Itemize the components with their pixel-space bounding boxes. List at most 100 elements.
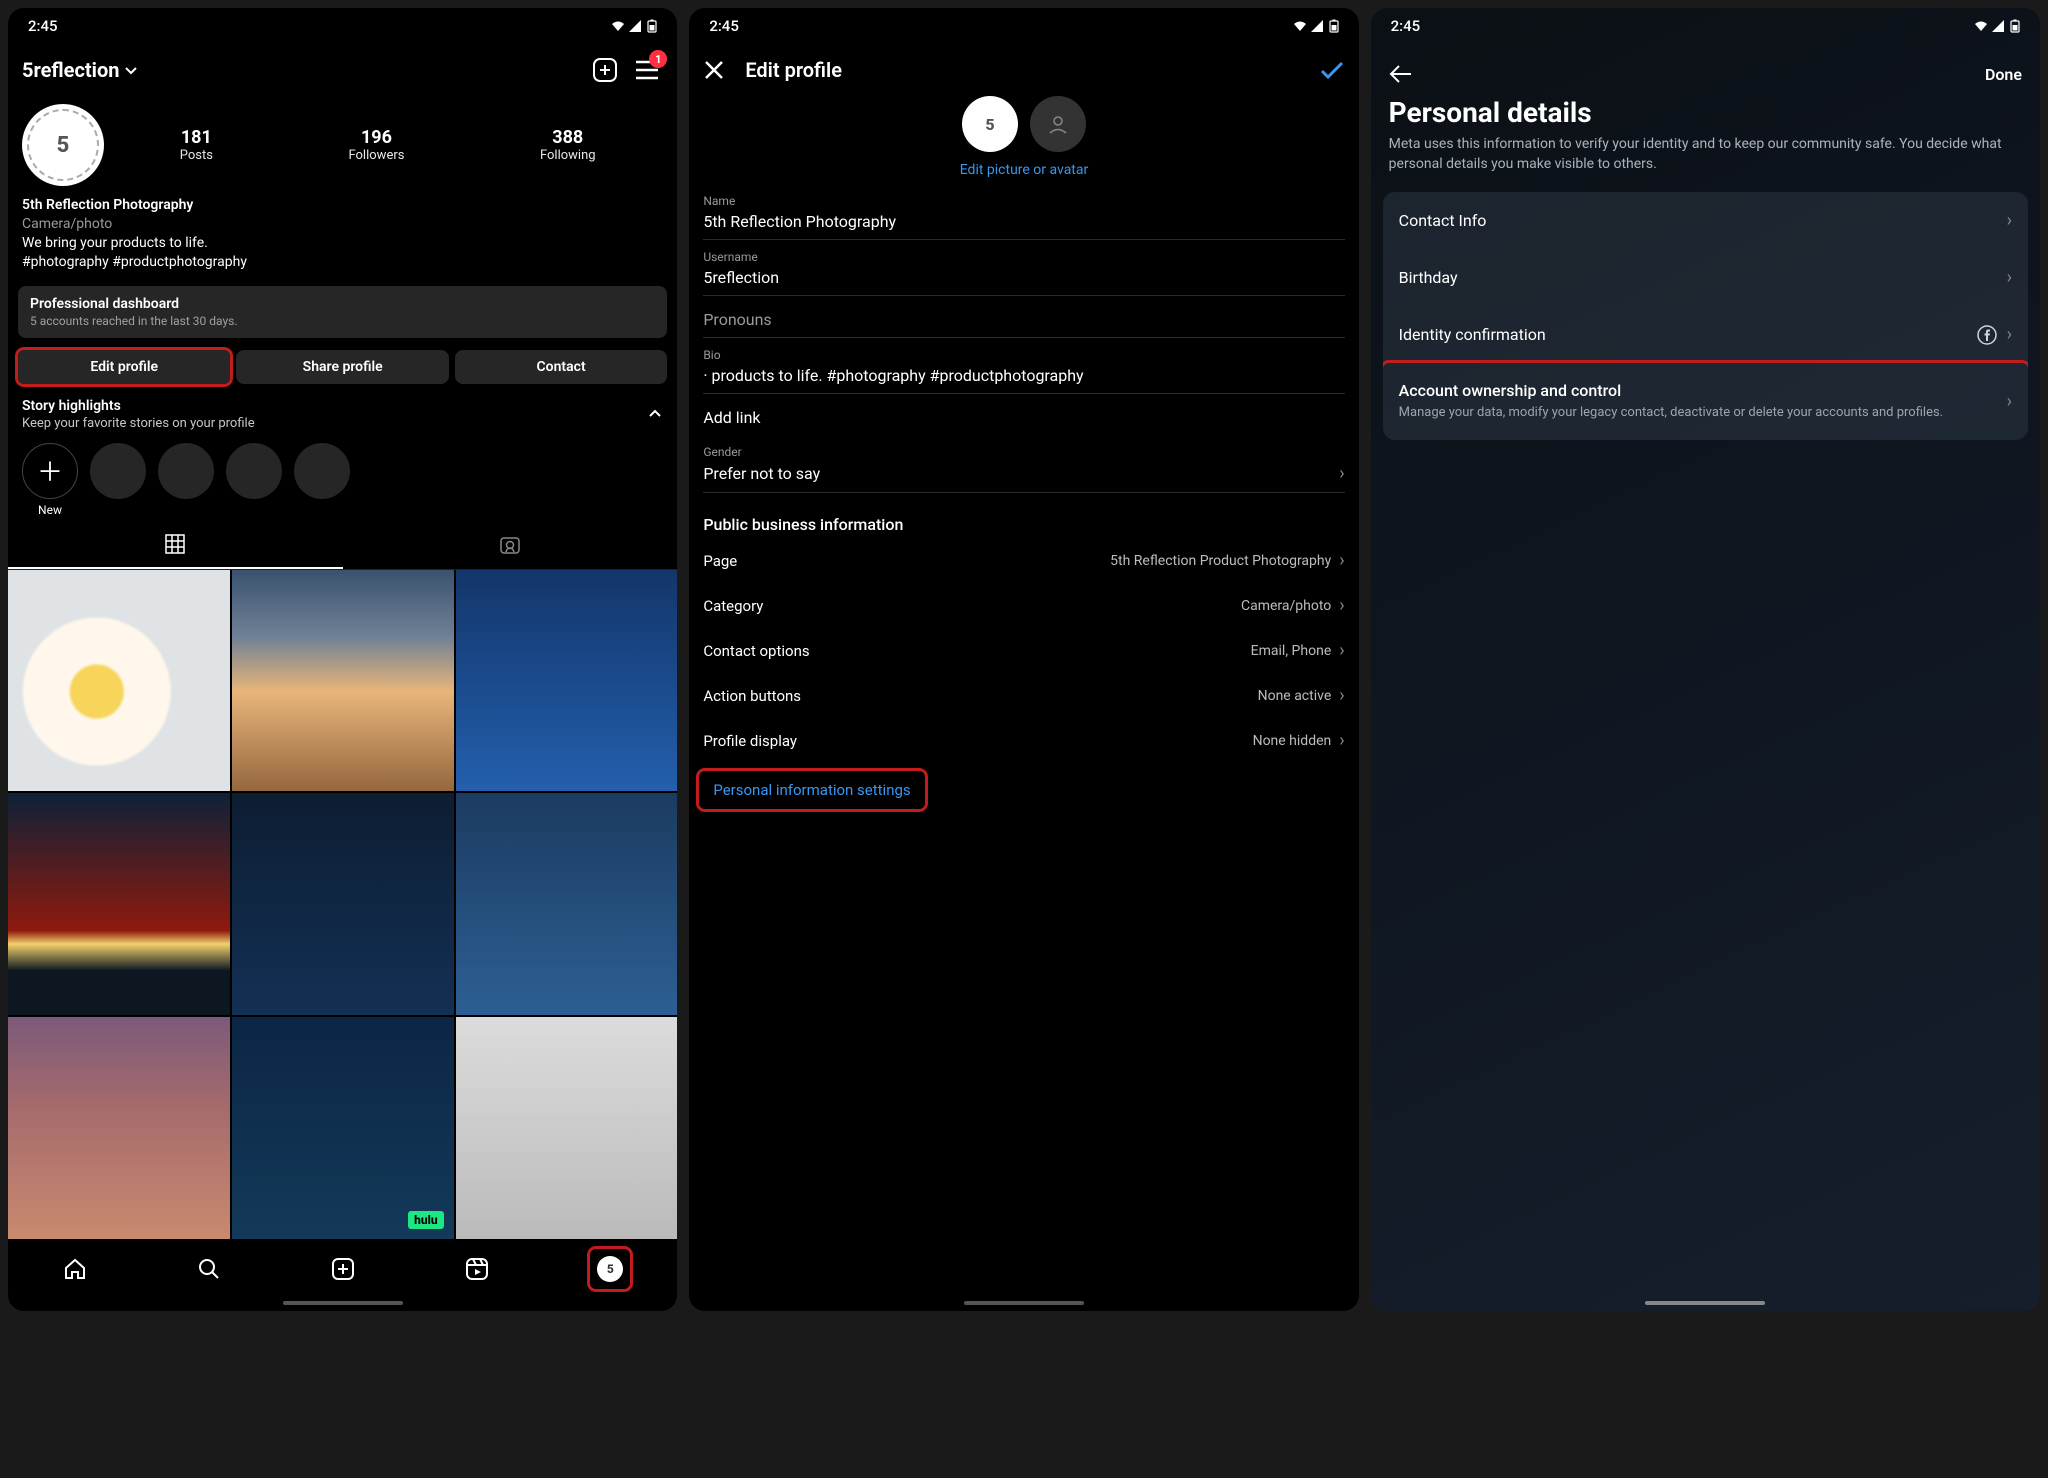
- post-thumb[interactable]: [232, 793, 454, 1015]
- highlights-title: Story highlights: [22, 398, 255, 414]
- stat-followers[interactable]: 196 Followers: [348, 127, 404, 163]
- pronouns-field[interactable]: Pronouns: [703, 306, 1344, 338]
- dashboard-sub: 5 accounts reached in the last 30 days.: [30, 314, 655, 328]
- chevron-right-icon: ›: [1339, 463, 1344, 484]
- tab-tagged[interactable]: [343, 521, 678, 569]
- profile-display-row[interactable]: Profile display None hidden›: [689, 718, 1358, 763]
- post-thumb[interactable]: [456, 570, 678, 792]
- create-button[interactable]: [589, 54, 621, 86]
- personal-info-settings-link[interactable]: Personal information settings: [699, 771, 924, 809]
- nav-reels[interactable]: [457, 1249, 497, 1289]
- battery-icon: [2010, 19, 2020, 33]
- account-ownership-row[interactable]: Account ownership and control Manage you…: [1383, 363, 2028, 440]
- chevron-right-icon: ›: [2007, 267, 2012, 288]
- post-thumb[interactable]: [456, 1017, 678, 1239]
- username: 5reflection: [22, 58, 119, 82]
- contact-info-row[interactable]: Contact Info ›: [1383, 192, 2028, 249]
- followers-label: Followers: [348, 148, 404, 163]
- action-label: Action buttons: [703, 687, 801, 705]
- status-bar: 2:45: [8, 8, 677, 44]
- nav-home[interactable]: [55, 1249, 95, 1289]
- edit-profile-title: Edit profile: [745, 58, 1298, 82]
- addlink-label: Add link: [703, 408, 760, 427]
- gender-field[interactable]: Prefer not to say ›: [703, 459, 1344, 493]
- birthday-row[interactable]: Birthday ›: [1383, 249, 2028, 306]
- back-button[interactable]: [1389, 64, 1413, 84]
- professional-dashboard[interactable]: Professional dashboard 5 accounts reache…: [18, 286, 667, 338]
- add-highlight[interactable]: ＋ New: [22, 443, 78, 517]
- bio-line-2: #photography #productphotography: [22, 253, 663, 272]
- nav-profile[interactable]: 5: [590, 1249, 630, 1289]
- page-value: 5th Reflection Product Photography: [1110, 553, 1331, 569]
- page-row[interactable]: Page 5th Reflection Product Photography›: [689, 538, 1358, 583]
- menu-button[interactable]: 1: [631, 54, 663, 86]
- profile-avatar[interactable]: 5: [22, 104, 104, 186]
- avatar-pic[interactable]: [1030, 96, 1086, 152]
- pronouns-label: Pronouns: [703, 310, 771, 329]
- personal-details-header: Done: [1371, 44, 2040, 90]
- highlight-placeholder: [294, 443, 350, 517]
- post-thumb[interactable]: [232, 1017, 454, 1239]
- tagged-icon: [498, 533, 522, 557]
- stat-following[interactable]: 388 Following: [540, 127, 596, 163]
- search-icon: [196, 1256, 222, 1282]
- stat-posts[interactable]: 181 Posts: [180, 127, 213, 163]
- edit-picture-link[interactable]: Edit picture or avatar: [689, 158, 1358, 190]
- contact-label: Contact options: [703, 642, 809, 660]
- pronouns-field-wrap: Pronouns: [689, 302, 1358, 344]
- confirm-button[interactable]: [1319, 59, 1345, 81]
- identity-label: Identity confirmation: [1399, 325, 1546, 344]
- posts-label: Posts: [180, 148, 213, 163]
- chevron-right-icon: ›: [1339, 550, 1344, 571]
- avatar-inner: 5: [27, 109, 99, 181]
- battery-icon: [1329, 19, 1339, 33]
- status-icons: [611, 19, 657, 33]
- username-selector[interactable]: 5reflection: [22, 58, 579, 82]
- category-row[interactable]: Category Camera/photo›: [689, 583, 1358, 628]
- close-button[interactable]: [703, 59, 725, 81]
- close-icon: [703, 59, 725, 81]
- name-field[interactable]: 5th Reflection Photography: [703, 208, 1344, 240]
- nav-create[interactable]: [323, 1249, 363, 1289]
- chevron-up-icon[interactable]: [647, 406, 663, 422]
- chevron-right-icon: ›: [1339, 640, 1344, 661]
- profile-screen: 2:45 5reflection 1 5 181 Posts: [8, 8, 677, 1311]
- wifi-icon: [1293, 20, 1307, 32]
- profile-tabs: [8, 521, 677, 570]
- contact-value: Email, Phone: [1251, 643, 1332, 659]
- post-thumb[interactable]: [8, 570, 230, 792]
- wifi-icon: [611, 20, 625, 32]
- personal-details-card: Contact Info › Birthday › Identity confi…: [1383, 192, 2028, 440]
- done-button[interactable]: Done: [1985, 65, 2022, 84]
- contact-options-row[interactable]: Contact options Email, Phone ›: [689, 628, 1358, 673]
- share-profile-button[interactable]: Share profile: [236, 350, 448, 384]
- bio-line-1: We bring your products to life.: [22, 234, 663, 253]
- addlink-field[interactable]: Add link: [703, 404, 1344, 435]
- post-thumb[interactable]: [232, 570, 454, 792]
- post-thumb[interactable]: [8, 1017, 230, 1239]
- tab-grid[interactable]: [8, 521, 343, 569]
- post-thumb[interactable]: [8, 793, 230, 1015]
- bio-field[interactable]: · products to life. #photography #produc…: [703, 362, 1344, 394]
- nav-search[interactable]: [189, 1249, 229, 1289]
- action-value: None active: [1258, 688, 1332, 704]
- bottom-nav: 5: [8, 1239, 677, 1297]
- highlights-row: ＋ New: [8, 433, 677, 521]
- identity-confirmation-row[interactable]: Identity confirmation ›: [1383, 306, 2028, 363]
- ownership-title: Account ownership and control: [1399, 381, 2007, 400]
- addlink-field-wrap: Add link: [689, 400, 1358, 441]
- gender-label: Gender: [703, 445, 1344, 459]
- post-thumb[interactable]: [456, 793, 678, 1015]
- chevron-right-icon: ›: [1339, 730, 1344, 751]
- highlight-placeholder: [158, 443, 214, 517]
- signal-icon: [1992, 20, 2006, 32]
- contact-button[interactable]: Contact: [455, 350, 667, 384]
- display-label: Profile display: [703, 732, 797, 750]
- name-field-wrap: Name 5th Reflection Photography: [689, 190, 1358, 246]
- following-count: 388: [540, 127, 596, 148]
- profile-pic[interactable]: 5: [962, 96, 1018, 152]
- username-field[interactable]: 5reflection: [703, 264, 1344, 296]
- action-buttons-row[interactable]: Action buttons None active›: [689, 673, 1358, 718]
- edit-profile-button[interactable]: Edit profile: [18, 350, 230, 384]
- reels-icon: [464, 1256, 490, 1282]
